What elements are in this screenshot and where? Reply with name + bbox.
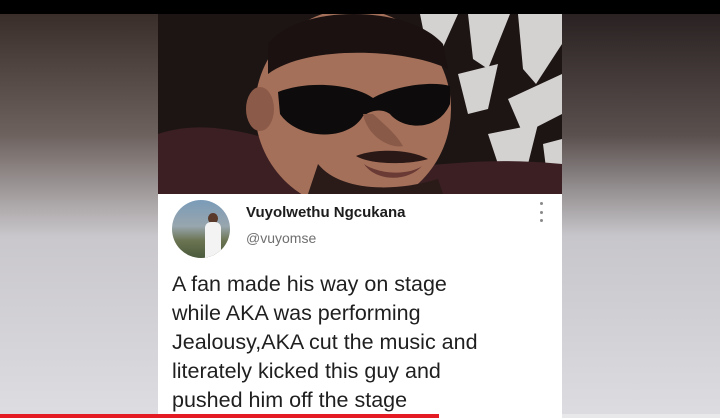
tweet-line: pushed him off the stage: [172, 388, 408, 412]
avatar-person: [205, 222, 221, 258]
menu-dot: [539, 210, 543, 214]
tweet-line: while AKA was performing: [172, 301, 421, 325]
tweet-text: A fan made his way on stage while AKA wa…: [172, 270, 552, 415]
author-name[interactable]: Vuyolwethu Ngcukana: [246, 204, 405, 221]
video-progress-bar[interactable]: [0, 414, 720, 418]
tweet-line: A fan made his way on stage: [172, 272, 447, 296]
author-handle[interactable]: @vuyomse: [246, 230, 316, 246]
tweet-line: Jealousy,AKA cut the music and: [172, 330, 478, 354]
tweet-line: literately kicked this guy and: [172, 359, 441, 383]
more-vertical-icon[interactable]: [536, 202, 546, 222]
video-progress-fill: [0, 414, 440, 418]
top-black-bar: [0, 0, 720, 14]
blurred-background-right: [562, 14, 720, 418]
menu-dot: [539, 202, 543, 205]
menu-dot: [539, 219, 543, 222]
post-photo: [158, 14, 562, 194]
blurred-background-left: [0, 14, 158, 418]
profile-avatar[interactable]: [172, 200, 230, 258]
tweet-card: Vuyolwethu Ngcukana @vuyomse A fan made …: [158, 194, 562, 418]
